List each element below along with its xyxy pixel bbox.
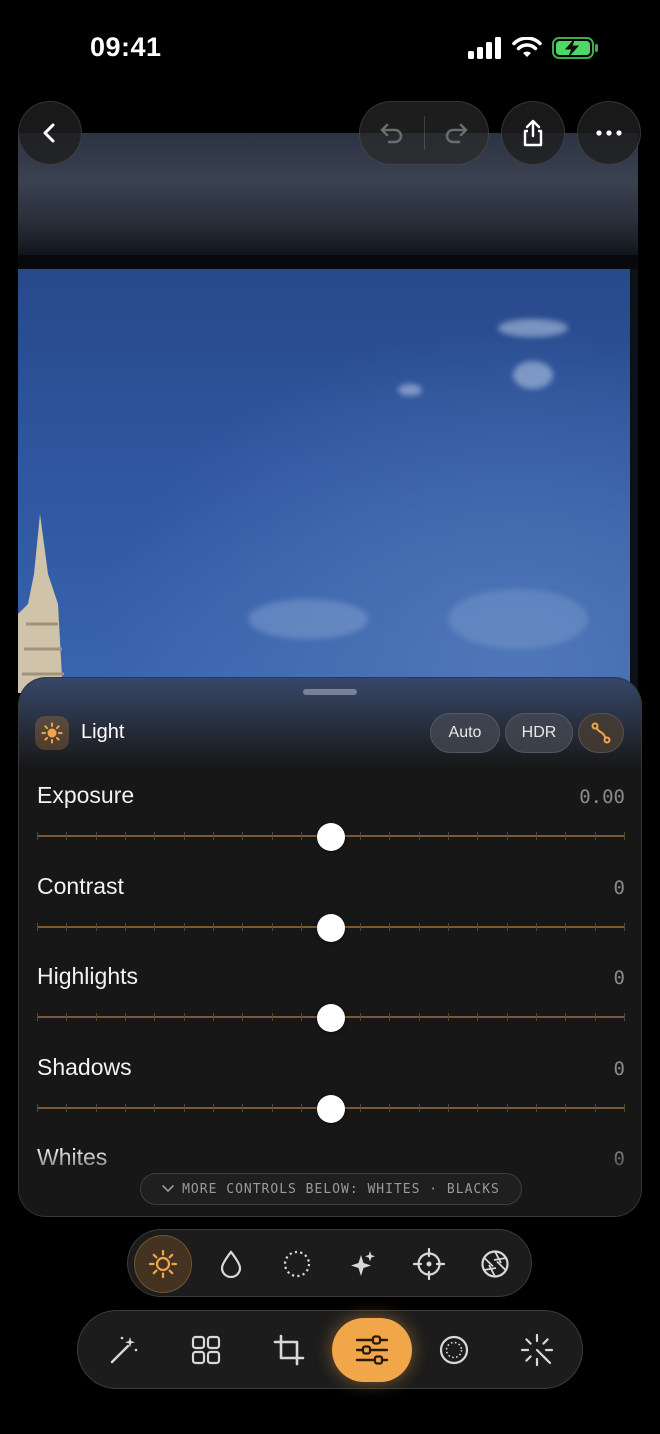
slider-exposure: Exposure 0.00 [37, 782, 625, 872]
status-time: 09:41 [90, 32, 162, 62]
more-controls-text: MORE CONTROLS BELOW: WHITES · BLACKS [182, 1181, 500, 1197]
sun-icon [148, 1249, 178, 1279]
photo-preview[interactable] [18, 133, 638, 693]
slider-value: 0.00 [579, 786, 625, 808]
curves-button[interactable] [578, 713, 624, 753]
sparkle-icon [351, 1251, 375, 1276]
curve-icon [591, 722, 611, 744]
crosshair-icon [413, 1248, 445, 1280]
grid-icon [191, 1335, 221, 1365]
dotted-circle-icon [283, 1250, 311, 1278]
slider-value: 0 [613, 877, 625, 899]
tab-crop[interactable] [259, 1320, 319, 1380]
tool-lens[interactable] [466, 1235, 524, 1293]
slider-contrast: Contrast 0 [37, 873, 625, 963]
tab-adjust[interactable] [332, 1318, 412, 1382]
redo-button[interactable] [425, 101, 489, 165]
more-icon [596, 130, 622, 136]
battery-charging-icon [552, 37, 598, 59]
slider-label: Shadows [37, 1054, 132, 1080]
back-button[interactable] [18, 101, 82, 165]
slider-thumb[interactable] [317, 914, 345, 942]
sliders-icon [355, 1335, 389, 1365]
slider-thumb[interactable] [317, 1095, 345, 1123]
undo-icon [380, 123, 402, 144]
window-frame [18, 255, 638, 269]
back-icon [43, 123, 55, 143]
more-controls-hint[interactable]: MORE CONTROLS BELOW: WHITES · BLACKS [140, 1173, 522, 1205]
slider-thumb[interactable] [317, 1004, 345, 1032]
crop-icon [273, 1334, 305, 1366]
status-bar: 09:41 [0, 0, 660, 96]
tab-filters[interactable] [424, 1320, 484, 1380]
panel-title: Light [81, 721, 125, 743]
light-tools-bar [127, 1229, 532, 1297]
redo-icon [446, 123, 468, 144]
tool-effects[interactable] [334, 1235, 392, 1293]
signal-icon [468, 37, 501, 59]
light-section-icon [35, 716, 69, 750]
drop-icon [220, 1250, 242, 1278]
undo-redo-group [359, 101, 489, 165]
slider-label: Exposure [37, 782, 135, 808]
panel-grabber[interactable] [303, 689, 357, 695]
tab-auto[interactable] [507, 1320, 567, 1380]
undo-button[interactable] [360, 101, 424, 165]
more-button[interactable] [577, 101, 641, 165]
sky-area [18, 269, 638, 693]
slider-highlights: Highlights 0 [37, 963, 625, 1053]
vignette-icon [439, 1335, 469, 1365]
tool-color[interactable] [202, 1235, 260, 1293]
tool-vignette[interactable] [268, 1235, 326, 1293]
tool-selective[interactable] [400, 1235, 458, 1293]
chevron-down-icon [162, 1185, 174, 1193]
slider-label: Contrast [37, 873, 124, 899]
auto-button[interactable]: Auto [430, 713, 500, 753]
share-button[interactable] [501, 101, 565, 165]
main-toolbar [77, 1310, 583, 1389]
tab-magic[interactable] [94, 1320, 154, 1380]
wifi-icon [512, 37, 542, 57]
slider-value: 0 [613, 967, 625, 989]
tool-light[interactable] [134, 1235, 192, 1293]
sun-icon [41, 722, 63, 744]
slider-label: Highlights [37, 963, 138, 989]
share-icon [523, 119, 543, 147]
hdr-button[interactable]: HDR [505, 713, 573, 753]
tab-presets[interactable] [176, 1320, 236, 1380]
slider-value: 0 [613, 1058, 625, 1080]
magic-wand-icon [110, 1336, 138, 1364]
slider-shadows: Shadows 0 [37, 1054, 625, 1144]
auto-enhance-icon [520, 1333, 554, 1367]
aperture-icon [481, 1250, 509, 1278]
light-adjustment-panel: Light Auto HDR Exposure 0.00 Contrast 0 High… [18, 677, 642, 1217]
status-icons [468, 36, 600, 60]
slider-thumb[interactable] [317, 823, 345, 851]
cathedral-spire [18, 514, 64, 693]
